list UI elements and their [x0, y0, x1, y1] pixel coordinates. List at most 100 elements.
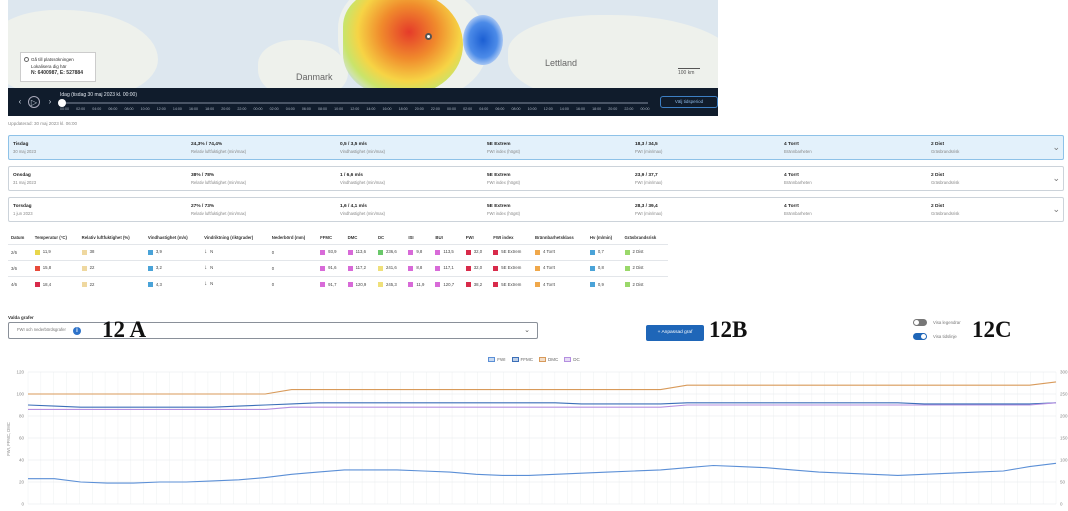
play-icon[interactable]: ▷: [28, 96, 40, 108]
map-land-baltic: [508, 15, 718, 88]
day-card-sublabel: Brännbarheten: [784, 149, 812, 154]
timeline-hour[interactable]: 04:00: [92, 107, 101, 111]
timeline-hour[interactable]: 12:00: [544, 107, 553, 111]
location-info-box[interactable]: Gå till platssökningen Lokalisera dig hä…: [20, 52, 96, 82]
timeline-hour[interactable]: 04:00: [286, 107, 295, 111]
timeline-hour[interactable]: 22:00: [431, 107, 440, 111]
timeline-hour[interactable]: 06:00: [108, 107, 117, 111]
timeline-hour[interactable]: 02:00: [76, 107, 85, 111]
timeline-hour[interactable]: 12:00: [350, 107, 359, 111]
graph-select[interactable]: FWI och nederbördsgrafer i ⌄: [8, 322, 538, 339]
timeline-hour[interactable]: 14:00: [173, 107, 182, 111]
color-swatch: [377, 281, 383, 287]
chevron-down-icon[interactable]: ⌄: [1052, 142, 1060, 153]
legend-item[interactable]: FFMC: [511, 357, 533, 363]
timeline-hour[interactable]: 08:00: [318, 107, 327, 111]
day-card[interactable]: Onsdag 31 maj 2023 38% / 78% Relativ luftfu…: [8, 166, 1064, 191]
timeline-hour[interactable]: 10:00: [528, 107, 537, 111]
timeline-hour[interactable]: 20:00: [608, 107, 617, 111]
timeline-hour[interactable]: 00:00: [254, 107, 263, 111]
timeline-hour[interactable]: 20:00: [221, 107, 230, 111]
info-icon[interactable]: i: [73, 327, 81, 335]
prev-chevron-icon[interactable]: ‹: [14, 96, 26, 108]
color-swatch: [493, 265, 499, 271]
timeline-hour[interactable]: 22:00: [624, 107, 633, 111]
table-header-cell: DC: [377, 235, 385, 241]
table-cell: 22: [78, 259, 145, 276]
timeline-hour[interactable]: 00:00: [641, 107, 650, 111]
timeline-hour[interactable]: 18:00: [205, 107, 214, 111]
timeline-hour[interactable]: 08:00: [512, 107, 521, 111]
timeline-hour[interactable]: 02:00: [463, 107, 472, 111]
table-cell: 2 Dist: [621, 259, 668, 276]
color-swatch: [34, 281, 40, 287]
day-card-value: 0,5 / 3,5 m/s: [340, 142, 367, 147]
legend-item[interactable]: DC: [564, 357, 580, 363]
y-tick-right: 300: [1060, 370, 1068, 375]
timeline-hour[interactable]: 22:00: [237, 107, 246, 111]
legend-item[interactable]: DMC: [539, 357, 559, 363]
cell-value: 2 Dist: [632, 265, 644, 271]
graph-select-chip[interactable]: FWI och nederbördsgrafer: [17, 327, 66, 332]
chevron-down-icon[interactable]: ⌄: [524, 326, 530, 334]
color-swatch: [408, 249, 414, 255]
day-card-value: Torsdag: [13, 204, 32, 209]
day-card-sublabel: Gräsbrandsrisk: [931, 180, 960, 185]
color-swatch: [320, 249, 326, 255]
table-cell: 113,6: [344, 243, 375, 260]
day-card-field: 0,5 / 3,5 m/s Vindhastighet (min/max): [340, 141, 385, 155]
timeline-track[interactable]: [60, 102, 648, 104]
table-cell: 5E Extrem: [490, 243, 533, 260]
timeline-hour[interactable]: 06:00: [495, 107, 504, 111]
next-chevron-icon[interactable]: ›: [44, 96, 56, 108]
fwi-line-chart[interactable]: 0 20 40 60 80 100 120 0 50 100 150 200 250 300 FWI, FF…: [0, 364, 1068, 511]
color-swatch: [624, 281, 630, 287]
timeline-hour[interactable]: 10:00: [141, 107, 150, 111]
timeline-hour[interactable]: 12:00: [157, 107, 166, 111]
toggle-timeline-row[interactable]: Visa tidslinje: [913, 333, 957, 340]
day-card-field: 5E Extrem FWI index (högst): [487, 141, 520, 155]
timeline-hour[interactable]: 18:00: [399, 107, 408, 111]
table-cell: 3/6: [8, 259, 32, 276]
table-cell: ↓ N: [201, 243, 269, 260]
day-card[interactable]: Torsdag 1 jun 2023 27% / 73% Relativ luftfu…: [8, 197, 1064, 222]
day-card-sublabel: FWI (min/max): [635, 180, 663, 185]
chevron-down-icon[interactable]: ⌄: [1052, 204, 1060, 215]
legend-item[interactable]: FWI: [488, 357, 506, 363]
day-card-value: 27% / 73%: [191, 204, 215, 209]
timeline-hour[interactable]: 18:00: [592, 107, 601, 111]
timeline-hour[interactable]: 04:00: [479, 107, 488, 111]
color-swatch: [465, 249, 471, 255]
color-swatch: [465, 265, 471, 271]
day-card-sublabel: Relativ luftfuktighet (min/max): [191, 211, 247, 216]
table-cell: 38,2: [462, 275, 491, 292]
toggle-timeline-switch[interactable]: [913, 333, 927, 340]
timeline-hour[interactable]: 00:00: [447, 107, 456, 111]
location-marker[interactable]: [425, 33, 432, 40]
toggle-legends-row[interactable]: Visa legendrar: [913, 319, 961, 326]
chevron-down-icon[interactable]: ⌄: [1052, 173, 1060, 184]
toggle-legends-label: Visa legendrar: [933, 320, 961, 325]
timeline-hour[interactable]: 02:00: [270, 107, 279, 111]
select-period-button[interactable]: Välj tidsperiod: [660, 96, 718, 108]
timeline-hour[interactable]: 16:00: [576, 107, 585, 111]
toggle-legends-switch[interactable]: [913, 319, 927, 326]
day-card[interactable]: Tisdag 30 maj 2023 24,3% / 74,4% Relativ lu…: [8, 135, 1064, 160]
timeline-hour[interactable]: 10:00: [334, 107, 343, 111]
day-card-sublabel: FWI (min/max): [635, 211, 663, 216]
timeline-hour[interactable]: 08:00: [125, 107, 134, 111]
timeline-hour[interactable]: 14:00: [560, 107, 569, 111]
timeline-hour[interactable]: 16:00: [189, 107, 198, 111]
day-card-sublabel: Brännbarheten: [784, 211, 812, 216]
day-card-value: 5E Extrem: [487, 204, 511, 209]
legend-label: DMC: [548, 357, 559, 362]
timeline-hour[interactable]: 20:00: [415, 107, 424, 111]
timeline-handle[interactable]: [58, 99, 66, 107]
timeline-hour[interactable]: 16:00: [383, 107, 392, 111]
timeline-hour[interactable]: 00:00: [60, 107, 69, 111]
custom-graph-button[interactable]: + Anpassad graf: [646, 325, 704, 341]
weather-map[interactable]: Danmark Lettland Gå till platssökningen …: [8, 0, 718, 88]
timeline-hour[interactable]: 06:00: [302, 107, 311, 111]
y-tick-right: 50: [1060, 480, 1066, 485]
timeline-hour[interactable]: 14:00: [366, 107, 375, 111]
